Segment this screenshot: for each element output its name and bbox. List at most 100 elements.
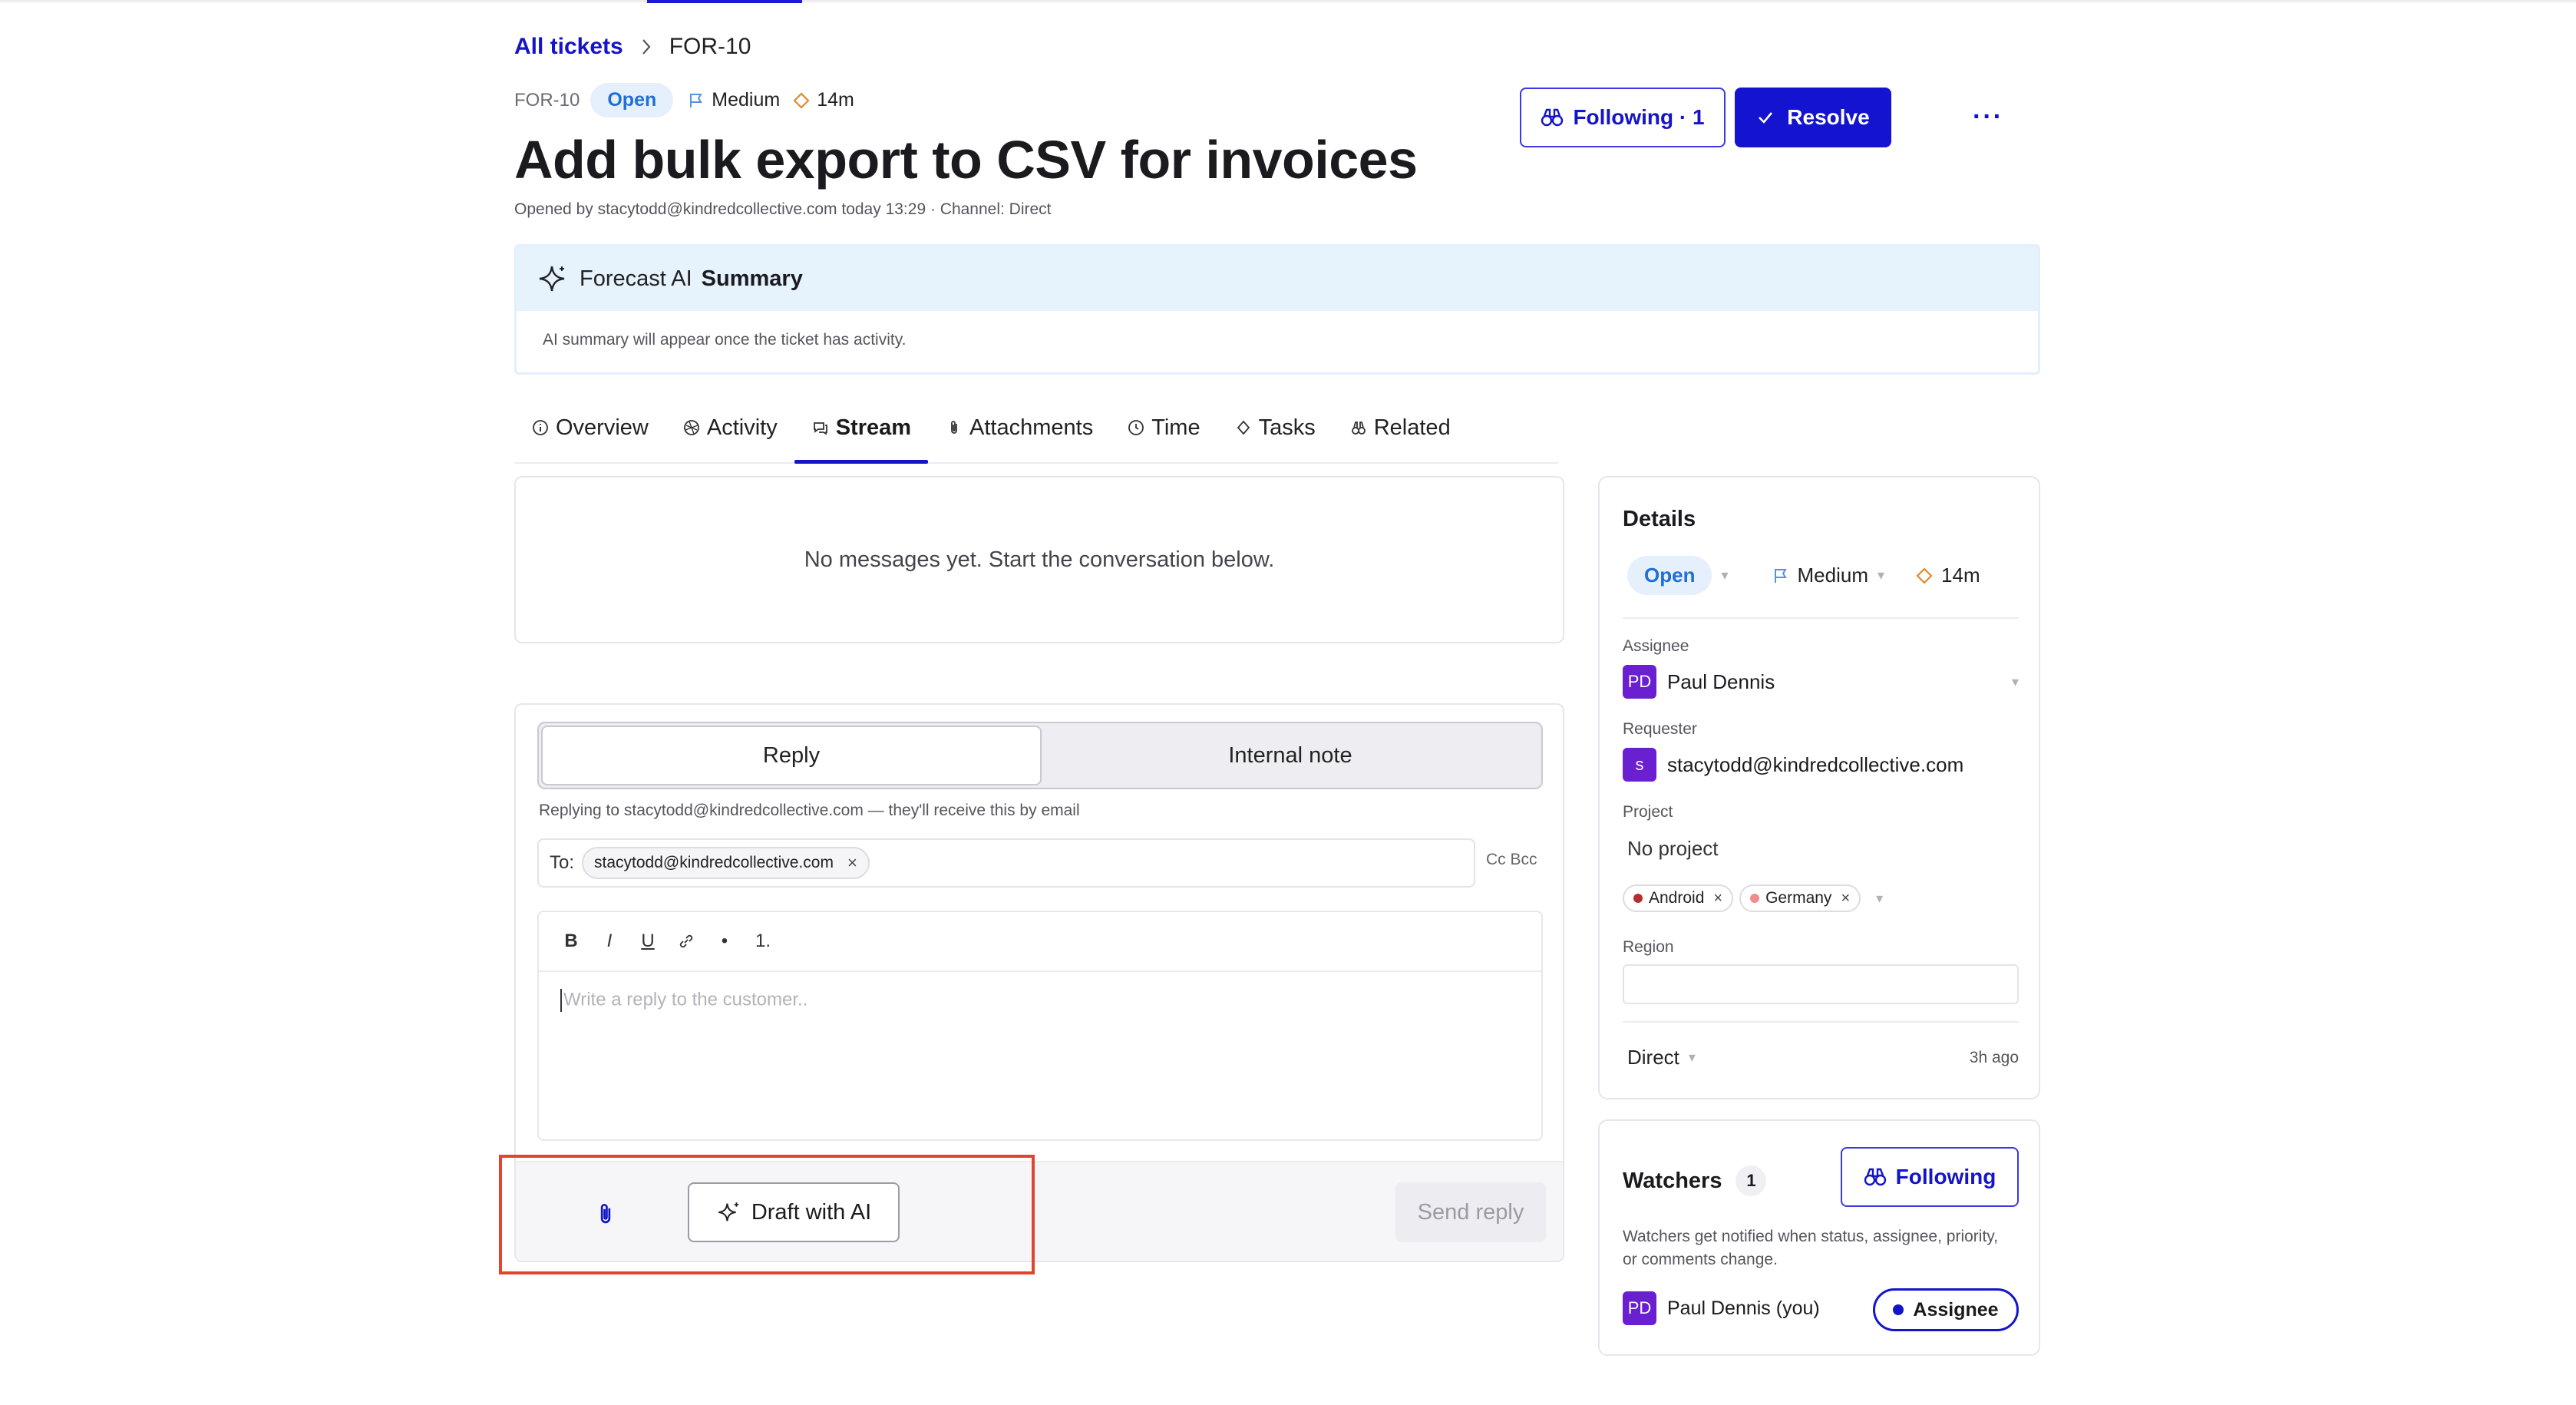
send-reply-button[interactable]: Send reply [1395,1182,1546,1242]
opened-by-text: Opened by stacytodd@kindredcollective.co… [514,200,1052,218]
following-button-label: Following · 1 [1573,105,1705,129]
tab-activity[interactable]: Activity [665,405,794,450]
assignee-name: Paul Dennis [1667,669,1775,693]
recipient-chip: stacytodd@kindredcollective.com × [582,847,870,879]
check-icon [1759,112,1773,124]
tag-color-dot [1633,894,1643,903]
top-divider [0,0,2576,2]
to-field[interactable]: To: stacytodd@kindredcollective.com × [537,838,1475,888]
bold-button[interactable]: B [559,926,583,957]
reply-editor: B I U • 1. Write a reply to the customer… [537,911,1543,1141]
region-input[interactable] [1623,964,2019,1004]
italic-button[interactable]: I [597,926,622,957]
internal-note-mode-button[interactable]: Internal note [1042,726,1539,785]
requester-row: s stacytodd@kindredcollective.com [1623,748,1963,782]
resolve-button[interactable]: Resolve [1735,88,1891,147]
resolve-button-label: Resolve [1787,105,1870,129]
watchers-following-button[interactable]: Following [1841,1147,2019,1207]
composer-mode-toggle: Reply Internal note [537,722,1543,789]
binoculars-icon [1864,1168,1886,1186]
flag-icon [1774,568,1787,583]
tag-label: Android [1649,889,1705,907]
diamond-icon [793,91,810,109]
link-icon [679,934,693,948]
watchers-title-label: Watchers [1623,1168,1722,1193]
ticket-meta-row: FOR-10 Open Medium 14m [514,83,867,117]
reply-mode-button[interactable]: Reply [541,726,1042,785]
tab-tasks[interactable]: Tasks [1217,405,1333,450]
assignee-dropdown[interactable]: PD Paul Dennis ▾ [1623,665,2019,699]
priority-label: Medium [712,89,781,111]
following-label: Following [1895,1165,1996,1188]
chevron-down-icon: ▾ [1721,567,1729,583]
chevron-down-icon: ▾ [1688,1050,1696,1065]
remove-tag-icon[interactable]: × [1841,890,1850,907]
ai-summary-body: AI summary will appear once the ticket h… [543,331,907,349]
remove-tag-icon[interactable]: × [1713,890,1722,907]
reply-placeholder: Write a reply to the customer.. [563,989,808,1010]
add-tag-dropdown[interactable]: ▾ [1876,891,1883,907]
cc-bcc-toggle[interactable]: Cc Bcc [1486,851,1537,869]
breadcrumb-all-tickets[interactable]: All tickets [514,34,623,60]
tab-label: Stream [835,415,912,440]
priority-dropdown[interactable]: Medium ▾ [1772,564,1884,587]
project-selector[interactable]: No project [1627,837,1719,861]
link-button[interactable] [674,926,698,957]
tag-germany: Germany × [1739,884,1861,912]
role-label: Assignee [1913,1298,1999,1321]
watchers-title: Watchers 1 [1623,1165,1767,1196]
tab-label: Overview [556,415,649,440]
channel-dropdown[interactable]: Direct ▾ [1627,1046,1696,1069]
activity-icon [683,420,699,435]
chevron-right-icon [631,35,662,58]
tab-label: Activity [706,415,778,440]
status-badge[interactable]: Open [590,83,674,117]
bullet-list-button[interactable]: • [712,926,737,957]
underline-button[interactable]: U [636,926,660,957]
priority-label: Medium [1797,564,1868,587]
sparkle-icon [539,266,565,292]
divider [1623,617,2019,619]
tab-overview[interactable]: Overview [514,405,665,450]
watcher-name: Paul Dennis (you) [1667,1297,1820,1319]
tab-label: Tasks [1258,415,1316,440]
tab-stream[interactable]: Stream [794,405,929,464]
time-label: 14m [1941,564,1980,587]
tab-label: Time [1151,415,1200,440]
time-indicator: 14m [792,89,854,111]
more-options-button[interactable]: ··· [1957,100,2019,134]
priority-indicator[interactable]: Medium [687,89,780,111]
tag-color-dot [1750,894,1760,903]
top-nav-active-indicator [647,0,802,3]
reply-textarea[interactable]: Write a reply to the customer.. [560,989,807,1012]
breadcrumb: All tickets FOR-10 [514,34,751,60]
breadcrumb-current: FOR-10 [669,34,751,59]
remove-recipient-icon[interactable]: × [847,853,857,873]
watchers-card: Watchers 1 Following Watchers get notifi… [1598,1119,2040,1356]
details-card: Details Open ▾ Medium ▾ 14m Assignee PD … [1598,476,2040,1099]
channel-row: Direct ▾ 3h ago [1627,1046,2019,1069]
region-label: Region [1623,938,1674,956]
tab-label: Related [1373,415,1451,440]
time-label: 14m [817,89,854,111]
status-dropdown[interactable]: Open ▾ [1627,556,1729,595]
watchers-count: 1 [1735,1165,1767,1196]
numbered-list-button[interactable]: 1. [751,926,775,957]
following-button[interactable]: Following · 1 [1520,88,1726,147]
avatar: PD [1623,1291,1656,1325]
avatar: PD [1623,665,1656,699]
tab-related[interactable]: Related [1333,405,1468,450]
details-title: Details [1623,507,1696,531]
ai-summary-header: Forecast AI Summary [517,246,2038,311]
watcher-row: PD Paul Dennis (you) [1623,1291,1820,1325]
chevron-down-icon: ▾ [2011,673,2019,689]
replying-to-text: Replying to stacytodd@kindredcollective.… [539,802,1080,819]
to-label: To: [550,852,575,873]
text-caret [560,989,562,1012]
tab-attachments[interactable]: Attachments [928,405,1110,450]
editor-toolbar: B I U • 1. [539,912,1541,972]
project-label: Project [1623,803,1673,821]
highlight-box [499,1155,1035,1274]
time-indicator: 14m [1915,564,1980,587]
tab-time[interactable]: Time [1110,405,1217,450]
